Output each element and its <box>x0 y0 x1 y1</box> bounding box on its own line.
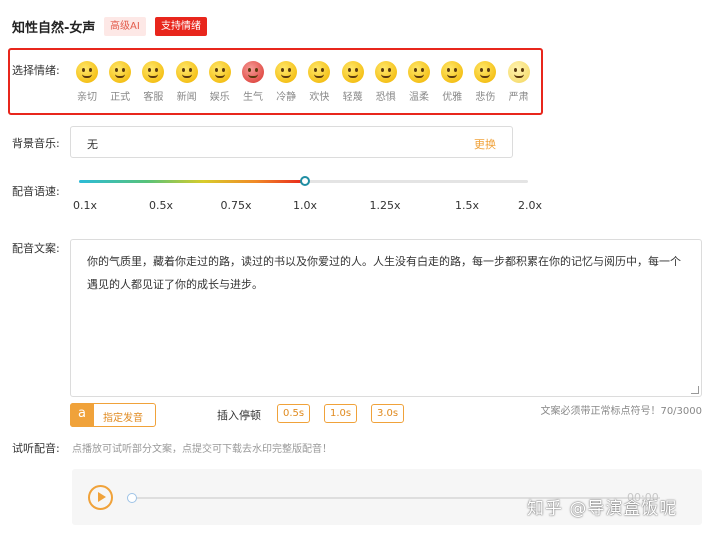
audio-progress-knob[interactable] <box>127 493 137 503</box>
emotion-option[interactable]: 亲切 <box>70 61 104 103</box>
sly-face-icon <box>441 61 464 83</box>
emotion-option[interactable]: 恐惧 <box>369 61 403 103</box>
emotion-option-label: 娱乐 <box>209 92 230 103</box>
music-value: 无 <box>87 138 98 151</box>
speed-slider-fill <box>79 180 305 183</box>
emotion-option-label: 温柔 <box>409 92 429 103</box>
insert-pause-label: 插入停顿 <box>217 409 261 422</box>
fearful-face-icon <box>374 61 397 83</box>
emotion-option[interactable]: 客服 <box>136 61 170 103</box>
emotion-option[interactable]: 冷静 <box>269 61 303 103</box>
angry-face-icon <box>242 61 264 83</box>
pause-3-0s-button[interactable]: 3.0s <box>371 404 405 423</box>
music-change-link[interactable]: 更换 <box>474 136 496 152</box>
speed-slider[interactable] <box>79 176 528 186</box>
music-field[interactable]: 无 更换 <box>70 126 513 158</box>
ai-badge: 高级AI <box>104 17 146 36</box>
emotion-option[interactable]: 新闻 <box>170 61 204 103</box>
serious-face-icon <box>507 61 530 83</box>
grinning-face-icon <box>109 61 132 83</box>
emotion-option-label: 轻蔑 <box>342 92 363 103</box>
watermark: 知乎 @导演盒饭呢 <box>527 499 678 519</box>
tongue-face-icon <box>208 61 231 83</box>
listen-label: 试听配音: <box>12 442 60 455</box>
speed-tick-label[interactable]: 1.0x <box>293 199 317 212</box>
gentle-face-icon <box>408 61 430 83</box>
emotion-option[interactable]: 娱乐 <box>203 61 237 103</box>
emotion-option[interactable]: 欢快 <box>302 61 336 103</box>
emotion-option-label: 恐惧 <box>375 92 396 103</box>
sad-face-icon <box>474 61 497 83</box>
music-label: 背景音乐: <box>12 137 60 150</box>
neutral-face-icon <box>275 61 298 83</box>
script-label: 配音文案: <box>12 242 60 255</box>
emotion-option[interactable]: 温柔 <box>402 61 436 103</box>
smiling-face-icon <box>175 61 198 83</box>
emotion-option[interactable]: 严肃 <box>502 61 536 103</box>
emotion-option-label: 客服 <box>143 92 164 103</box>
emotion-option-label: 亲切 <box>77 92 97 103</box>
pronunciation-label: 指定发音 <box>103 413 143 424</box>
emotion-option-label: 新闻 <box>176 92 197 103</box>
emotion-support-badge: 支持情绪 <box>155 17 207 36</box>
speed-tick-label[interactable]: 0.5x <box>149 199 173 212</box>
surprised-face-icon <box>341 61 364 83</box>
play-button[interactable] <box>88 485 113 510</box>
pronunciation-icon: a <box>70 403 94 427</box>
speed-tick-label[interactable]: 2.0x <box>518 199 542 212</box>
emotion-option[interactable]: 生气 <box>236 61 270 103</box>
emotion-option-label: 生气 <box>243 92 263 103</box>
voice-title: 知性自然-女声 <box>12 21 96 36</box>
emotion-selector: 亲切 正式 客服 新闻 娱乐 生气 冷静 欢快 轻蔑 恐惧 温柔 优雅 悲伤 严肃 <box>8 48 543 115</box>
emotion-option-label: 悲伤 <box>475 92 496 103</box>
squinting-laugh-face-icon <box>308 61 331 83</box>
pronunciation-button[interactable]: a 指定发音 <box>70 403 156 427</box>
pause-1-0s-button[interactable]: 1.0s <box>324 404 358 423</box>
resize-grip-icon[interactable] <box>691 386 699 394</box>
script-text: 你的气质里，藏着你走过的路，读过的书以及你爱过的人。人生没有白走的路，每一步都积… <box>87 255 681 291</box>
char-counter: 文案必须带正常标点符号！70/3000 <box>540 406 702 417</box>
emotion-option-label: 优雅 <box>442 92 463 103</box>
emotion-option[interactable]: 优雅 <box>435 61 469 103</box>
pause-0-5s-button[interactable]: 0.5s <box>277 404 311 423</box>
play-icon <box>98 492 106 502</box>
speed-label: 配音语速: <box>12 185 60 198</box>
emotion-option-label: 严肃 <box>508 92 529 103</box>
emotion-option-label: 冷静 <box>276 92 297 103</box>
speed-tick-label[interactable]: 1.25x <box>369 199 400 212</box>
emotion-option-label: 欢快 <box>309 92 330 103</box>
speed-tick-label[interactable]: 0.1x <box>73 199 97 212</box>
emotion-option[interactable]: 正式 <box>103 61 137 103</box>
speed-slider-knob[interactable] <box>300 176 310 186</box>
emotion-option[interactable]: 轻蔑 <box>336 61 370 103</box>
speed-tick-label[interactable]: 1.5x <box>455 199 479 212</box>
emotion-option[interactable]: 悲伤 <box>468 61 502 103</box>
script-textarea[interactable]: 你的气质里，藏着你走过的路，读过的书以及你爱过的人。人生没有白走的路，每一步都积… <box>70 239 702 397</box>
emotion-option-label: 正式 <box>110 92 131 103</box>
listen-hint: 点播放可试听部分文案，点提交可下载去水印完整版配音！ <box>72 444 332 455</box>
winking-face-icon <box>142 61 165 83</box>
laughing-face-icon <box>76 61 98 83</box>
speed-tick-label[interactable]: 0.75x <box>220 199 251 212</box>
